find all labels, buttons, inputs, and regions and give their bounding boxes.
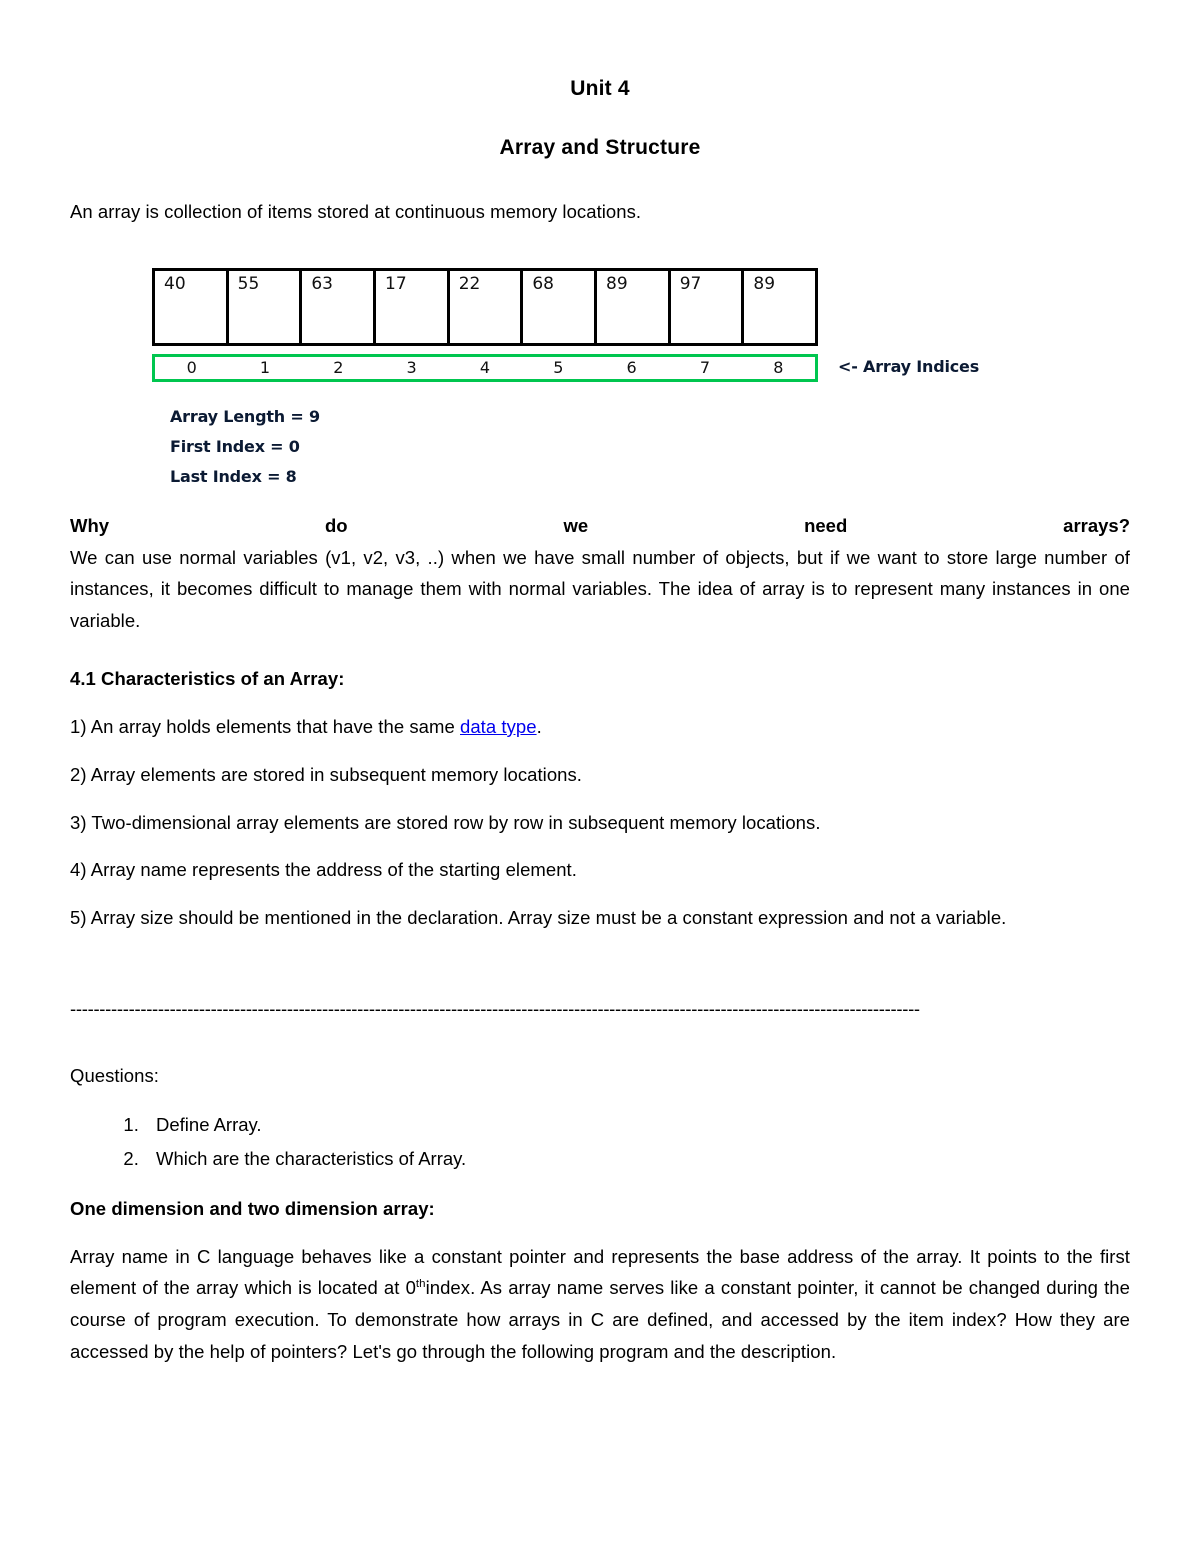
array-figure: 40 55 63 17 22 68 89 97 89 0 1 2 3 4 5 6…: [70, 260, 1130, 510]
characteristic-item-4: 4) Array name represents the address of …: [70, 859, 577, 881]
data-type-link[interactable]: data type: [460, 716, 537, 737]
array-cell: 63: [302, 270, 377, 343]
characteristic-item-5: 5) Array size should be mentioned in the…: [70, 907, 1007, 929]
why-arrays-heading: Why do we need arrays?: [70, 510, 1130, 542]
array-cell: 40: [155, 270, 229, 343]
array-index-cell: 6: [626, 357, 637, 377]
last-index-note: Last Index = 8: [170, 466, 297, 486]
need-word: need: [804, 514, 848, 536]
dimensions-heading: One dimension and two dimension array:: [70, 1197, 435, 1219]
characteristic-item-2: 2) Array elements are stored in subseque…: [70, 763, 582, 785]
ordinal-superscript: th: [415, 1278, 426, 1291]
array-index-cell: 7: [699, 357, 711, 377]
array-cell: 55: [229, 270, 303, 343]
arrays-word: arrays?: [1063, 514, 1131, 536]
array-index-cell: 3: [406, 357, 417, 377]
array-indices-label: <- Array Indices: [838, 356, 980, 376]
array-index-cell: 1: [259, 357, 271, 377]
intro-paragraph: An array is collection of items stored a…: [70, 201, 642, 222]
array-cell: 89: [753, 273, 776, 294]
dimensions-paragraph: Array name in C language behaves like a …: [70, 1241, 1130, 1368]
array-index-cell: 4: [479, 357, 491, 377]
why-arrays-body: We can use normal variables (v1, v2, v3,…: [70, 546, 1130, 632]
array-index-cell: 5: [553, 357, 564, 377]
page-subtitle: Array and Structure: [499, 136, 701, 159]
array-cell: 68: [523, 270, 598, 343]
questions-list: Define Array. Which are the characterist…: [70, 1108, 1130, 1176]
document-page: Unit 4 Array and Structure An array is c…: [0, 0, 1200, 1553]
why-word: Why: [70, 514, 110, 536]
do-word: do: [324, 514, 348, 536]
list-item: Define Array.: [144, 1108, 1130, 1142]
array-cell: 89: [597, 270, 671, 343]
characteristic-1-suffix: .: [536, 715, 542, 737]
characteristics-heading: 4.1 Characteristics of an Array:: [70, 668, 345, 690]
array-index-cell: 2: [333, 357, 344, 377]
first-index-note: First Index = 0: [170, 436, 300, 456]
array-cell: 22: [450, 270, 524, 343]
characteristic-1-prefix: 1) An array holds elements that have the…: [70, 715, 460, 737]
characteristic-item-3: 3) Two-dimensional array elements are st…: [70, 811, 821, 833]
array-index-cell: 8: [773, 357, 784, 377]
questions-label: Questions:: [70, 1065, 159, 1087]
section-divider: ----------------------------------------…: [70, 999, 920, 1019]
array-indices-row: 0 1 2 3 4 5 6 7 8: [152, 353, 818, 382]
page-title: Unit 4: [570, 77, 630, 100]
array-length-note: Array Length = 9: [170, 406, 320, 426]
array-cells-row: 40 55 63 17 22 68 89 97 89: [152, 267, 818, 346]
document-content: Unit 4 Array and Structure An array is c…: [70, 0, 1130, 1368]
array-figure-notes: Array Length = 9 First Index = 0 Last In…: [170, 402, 320, 492]
we-word: we: [563, 514, 589, 536]
characteristic-item-1: 1) An array holds elements that have the…: [70, 711, 1130, 743]
array-index-cell: 0: [186, 357, 197, 377]
array-cell: 17: [376, 270, 450, 343]
array-cell: 97: [671, 270, 745, 343]
list-item: Which are the characteristics of Array.: [144, 1142, 1130, 1176]
